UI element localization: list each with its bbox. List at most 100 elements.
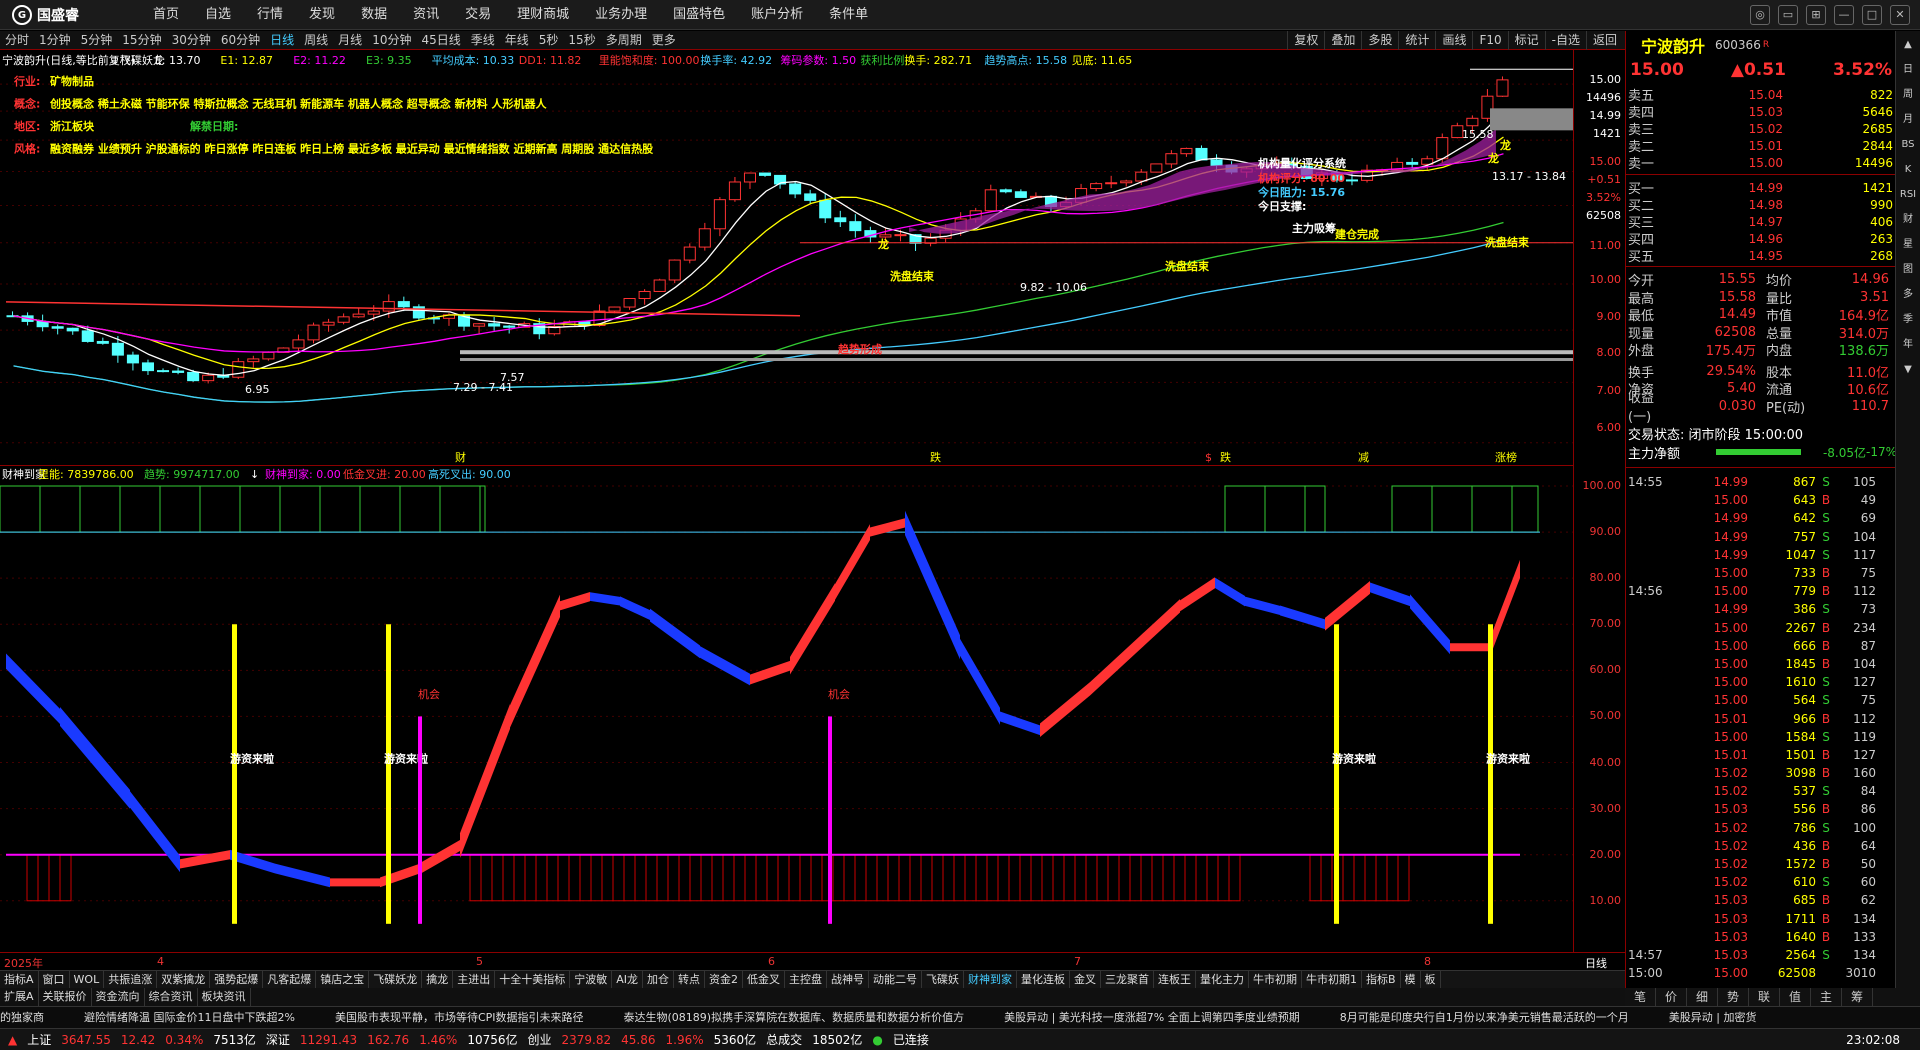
- period-5[interactable]: 60分钟: [216, 31, 265, 49]
- period-4[interactable]: 30分钟: [167, 31, 216, 49]
- period-15[interactable]: 多周期: [601, 31, 647, 49]
- menu-item-2[interactable]: 行情: [244, 0, 296, 30]
- quote-tab-0[interactable]: 笔: [1625, 988, 1656, 1006]
- chart-tool-1[interactable]: 叠加: [1324, 31, 1361, 50]
- menu-item-3[interactable]: 发现: [296, 0, 348, 30]
- side-btn-6[interactable]: RSI: [1897, 184, 1919, 206]
- indicator-tab-15[interactable]: 转点: [674, 971, 705, 988]
- side-btn-11[interactable]: 季: [1897, 309, 1919, 331]
- news-item[interactable]: 美国股市表现平静，市场等待CPI数据指引未来路径: [335, 1011, 584, 1024]
- menu-item-11[interactable]: 条件单: [816, 0, 881, 30]
- indicator-tab-0[interactable]: 指标A: [0, 971, 39, 988]
- period-6[interactable]: 日线: [265, 31, 299, 49]
- chart-tool-2[interactable]: 多股: [1361, 31, 1398, 50]
- period-2[interactable]: 5分钟: [76, 31, 118, 49]
- app-logo[interactable]: G 国盛睿: [12, 5, 79, 25]
- news-item[interactable]: 的独家商: [0, 1011, 44, 1024]
- side-btn-4[interactable]: BS: [1897, 134, 1919, 156]
- news-item[interactable]: 避险情绪降温 国际金价11日盘中下跌超2%: [84, 1011, 295, 1024]
- indicator-tab-25[interactable]: 三龙聚首: [1101, 971, 1154, 988]
- menu-item-6[interactable]: 交易: [452, 0, 504, 30]
- menu-item-1[interactable]: 自选: [192, 0, 244, 30]
- chart-tool-5[interactable]: F10: [1472, 31, 1507, 50]
- index-name[interactable]: 深证: [266, 1031, 290, 1048]
- chart-tool-6[interactable]: 标记: [1507, 31, 1545, 50]
- index-name[interactable]: 创业: [528, 1031, 552, 1048]
- period-14[interactable]: 15秒: [563, 31, 600, 49]
- message-icon[interactable]: ▭: [1778, 5, 1798, 25]
- period-13[interactable]: 5秒: [534, 31, 564, 49]
- indicator-tab-30[interactable]: 指标B: [1362, 971, 1401, 988]
- indicator-tab-29[interactable]: 牛市初期1: [1302, 971, 1362, 988]
- period-0[interactable]: 分时: [0, 31, 34, 49]
- indicator-tab-22[interactable]: 财神到家: [964, 971, 1017, 988]
- menu-item-8[interactable]: 业务办理: [582, 0, 660, 30]
- tick-list[interactable]: 14:55 14.99 867 S 105 15.00 643 B 49 14.99 642 S 69 1…: [1626, 473, 1896, 982]
- indicator-tab-9[interactable]: 擒龙: [422, 971, 454, 988]
- side-btn-5[interactable]: K: [1897, 159, 1919, 181]
- news-item[interactable]: 美股异动 | 加密货: [1669, 1011, 1757, 1024]
- period-8[interactable]: 月线: [333, 31, 367, 49]
- indicator-tab-8[interactable]: 飞碟妖龙: [369, 971, 423, 988]
- news-item[interactable]: 美股异动 | 美光科技一度涨超7% 全面上调第四季度业绩预期: [1004, 1011, 1300, 1024]
- indicator-tab-10[interactable]: 主进出: [453, 971, 496, 988]
- indicator-tab-21[interactable]: 飞碟妖: [922, 971, 964, 988]
- side-btn-9[interactable]: 图: [1897, 259, 1919, 281]
- indicator-tab-32[interactable]: 板: [1421, 971, 1441, 988]
- period-3[interactable]: 15分钟: [117, 31, 166, 49]
- side-btn-3[interactable]: 月: [1897, 109, 1919, 131]
- indicator-tab-13[interactable]: AI龙: [612, 971, 643, 988]
- close-icon[interactable]: ✕: [1890, 5, 1910, 25]
- sub-tab-1[interactable]: 关联报价: [39, 988, 92, 1006]
- indicator-tab-27[interactable]: 量化主力: [1196, 971, 1249, 988]
- indicator-tab-14[interactable]: 加仓: [643, 971, 674, 988]
- side-btn-2[interactable]: 周: [1897, 84, 1919, 106]
- index-name[interactable]: 上证: [27, 1031, 51, 1048]
- period-11[interactable]: 季线: [466, 31, 500, 49]
- side-btn-7[interactable]: 财: [1897, 209, 1919, 231]
- bids-row[interactable]: 买四 14.96 263: [1626, 230, 1896, 249]
- asks-row[interactable]: 卖五 15.04 822: [1626, 86, 1896, 105]
- period-7[interactable]: 周线: [299, 31, 333, 49]
- menu-item-10[interactable]: 账户分析: [738, 0, 816, 30]
- quote-tab-4[interactable]: 联: [1749, 988, 1780, 1006]
- sub-tab-4[interactable]: 板块资讯: [198, 988, 251, 1006]
- menu-item-9[interactable]: 国盛特色: [660, 0, 738, 30]
- menu-item-5[interactable]: 资讯: [400, 0, 452, 30]
- period-9[interactable]: 10分钟: [367, 31, 416, 49]
- stock-name[interactable]: 宁波韵升: [1641, 33, 1705, 57]
- side-btn-8[interactable]: 星: [1897, 234, 1919, 256]
- bids-row[interactable]: 买五 14.95 268: [1626, 247, 1896, 266]
- quote-tab-3[interactable]: 势: [1718, 988, 1749, 1006]
- indicator-tab-3[interactable]: 共振追涨: [104, 971, 158, 988]
- comment-icon[interactable]: ◎: [1750, 5, 1770, 25]
- minimize-icon[interactable]: —: [1834, 5, 1854, 25]
- asks-row[interactable]: 卖三 15.02 2685: [1626, 120, 1896, 139]
- indicator-tab-26[interactable]: 连板王: [1154, 971, 1196, 988]
- indicator-tab-28[interactable]: 牛市初期: [1249, 971, 1302, 988]
- indicator-tab-16[interactable]: 资金2: [705, 971, 743, 988]
- menu-item-4[interactable]: 数据: [348, 0, 400, 30]
- chart-tool-4[interactable]: 画线: [1435, 31, 1472, 50]
- quote-tab-1[interactable]: 价: [1656, 988, 1687, 1006]
- quote-tab-6[interactable]: 主: [1811, 988, 1842, 1006]
- indicator-tab-5[interactable]: 强势起爆: [210, 971, 264, 988]
- maximize-icon[interactable]: □: [1862, 5, 1882, 25]
- period-10[interactable]: 45日线: [416, 31, 465, 49]
- bids-row[interactable]: 买一 14.99 1421: [1626, 179, 1896, 198]
- quote-tab-5[interactable]: 值: [1780, 988, 1811, 1006]
- sub-tab-2[interactable]: 资金流向: [92, 988, 145, 1006]
- asks-row[interactable]: 卖四 15.03 5646: [1626, 103, 1896, 122]
- news-item[interactable]: 泰达生物(08189)拟携手深算院在数据库、数据质量和数据分析价值方: [624, 1011, 965, 1024]
- chart-tool-7[interactable]: -自选: [1544, 31, 1586, 50]
- sub-tab-3[interactable]: 综合资讯: [145, 988, 198, 1006]
- sub-tab-0[interactable]: 扩展A: [0, 988, 39, 1006]
- down-arrow-icon[interactable]: ▼: [1897, 359, 1919, 381]
- indicator-tab-7[interactable]: 镇店之宝: [316, 971, 370, 988]
- indicator-tab-2[interactable]: WOL: [70, 971, 105, 988]
- chart-tool-8[interactable]: 返回: [1585, 31, 1623, 50]
- quote-tab-2[interactable]: 细: [1687, 988, 1718, 1006]
- indicator-tab-12[interactable]: 宁波敏: [570, 971, 613, 988]
- news-item[interactable]: 8月可能是印度央行自1月份以来净美元销售最活跃的一个月: [1340, 1011, 1629, 1024]
- indicator-tab-4[interactable]: 双紫擒龙: [157, 971, 211, 988]
